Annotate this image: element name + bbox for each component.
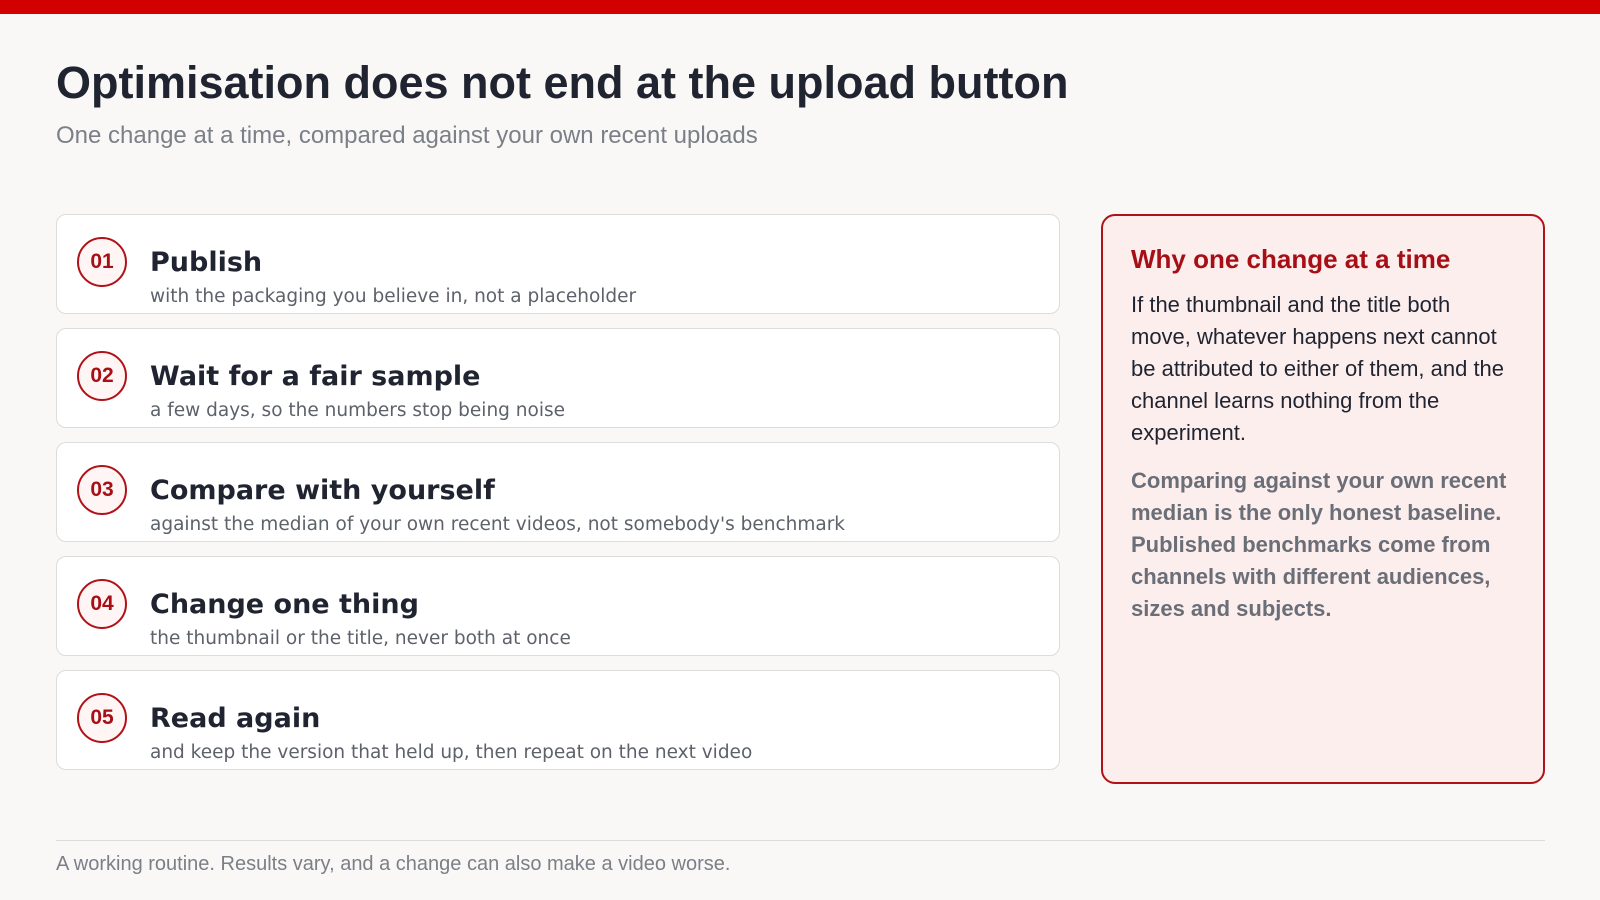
step-title: Wait for a fair sample [150,361,481,392]
step-title: Change one thing [150,589,419,620]
panel-note-text: Comparing against your own recent median… [1131,468,1507,622]
step-description: against the median of your own recent vi… [150,514,846,535]
step-number-badge: 05 [77,693,127,743]
footer-divider [56,840,1545,841]
step-card: 02 Wait for a fair sample a few days, so… [56,328,1060,428]
step-description: a few days, so the numbers stop being no… [150,400,566,421]
panel-title: Why one change at a time [1131,244,1451,274]
step-number-badge: 03 [77,465,127,515]
step-number-badge: 01 [77,237,127,287]
footer-note: A working routine. Results vary, and a c… [56,853,731,875]
step-number-badge: 02 [77,351,127,401]
step-card: 05 Read again and keep the version that … [56,670,1060,770]
step-title: Compare with yourself [150,475,495,506]
step-title: Publish [150,247,263,278]
page-title: Optimisation does not end at the upload … [56,57,1069,108]
step-card: 01 Publish with the packaging you believ… [56,214,1060,314]
page-subtitle: One change at a time, compared against y… [56,122,758,149]
steps-list: 01 Publish with the packaging you believ… [56,214,1060,784]
step-description: with the packaging you believe in, not a… [150,286,637,307]
step-card: 03 Compare with yourself against the med… [56,442,1060,542]
step-number-badge: 04 [77,579,127,629]
step-description: and keep the version that held up, then … [150,742,753,763]
explanation-panel: Why one change at a time If the thumbnai… [1101,214,1545,784]
panel-body-text: If the thumbnail and the title both move… [1131,292,1505,446]
top-accent-bar [0,0,1600,14]
step-card: 04 Change one thing the thumbnail or the… [56,556,1060,656]
step-description: the thumbnail or the title, never both a… [150,628,571,649]
step-title: Read again [150,703,321,734]
